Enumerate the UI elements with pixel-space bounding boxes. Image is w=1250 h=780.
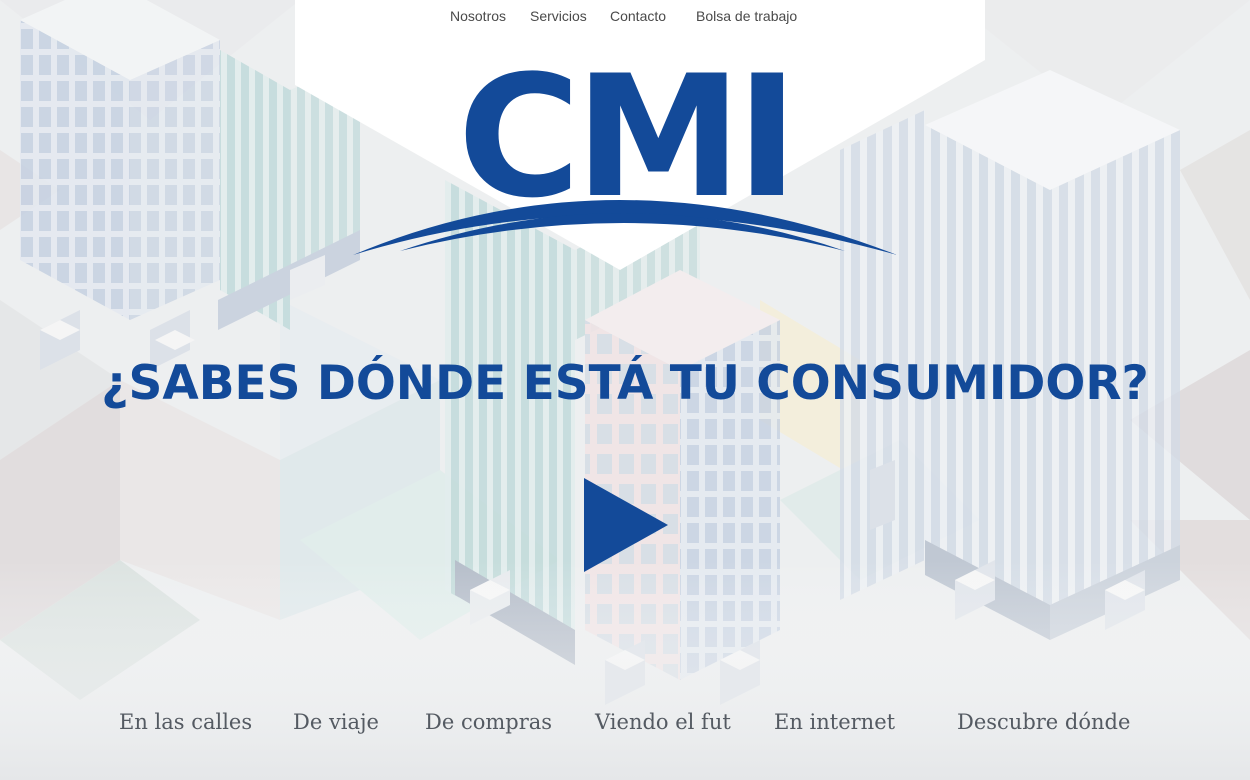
bottom-link-descubre-donde[interactable]: Descubre dónde bbox=[957, 710, 1130, 734]
play-icon[interactable] bbox=[580, 476, 672, 574]
landing-page: Nosotros Servicios Contacto Bolsa de tra… bbox=[0, 0, 1250, 780]
bottom-link-de-viaje[interactable]: De viaje bbox=[293, 710, 379, 734]
nav-link-bolsa-de-trabajo[interactable]: Bolsa de trabajo bbox=[696, 8, 797, 24]
top-navigation: Nosotros Servicios Contacto Bolsa de tra… bbox=[0, 8, 1250, 28]
nav-link-nosotros[interactable]: Nosotros bbox=[450, 8, 506, 24]
bottom-link-viendo-el-fut[interactable]: Viendo el fut bbox=[595, 710, 731, 734]
bottom-link-en-las-calles[interactable]: En las calles bbox=[119, 710, 252, 734]
bottom-link-en-internet[interactable]: En internet bbox=[774, 710, 895, 734]
nav-link-servicios[interactable]: Servicios bbox=[530, 8, 587, 24]
bottom-link-de-compras[interactable]: De compras bbox=[425, 710, 552, 734]
bottom-navigation: En las calles De viaje De compras Viendo… bbox=[0, 710, 1250, 744]
nav-link-contacto[interactable]: Contacto bbox=[610, 8, 666, 24]
hero-headline: ¿SABES DÓNDE ESTÁ TU CONSUMIDOR? bbox=[101, 356, 1149, 411]
cmi-logo[interactable]: CMI bbox=[345, 55, 905, 265]
